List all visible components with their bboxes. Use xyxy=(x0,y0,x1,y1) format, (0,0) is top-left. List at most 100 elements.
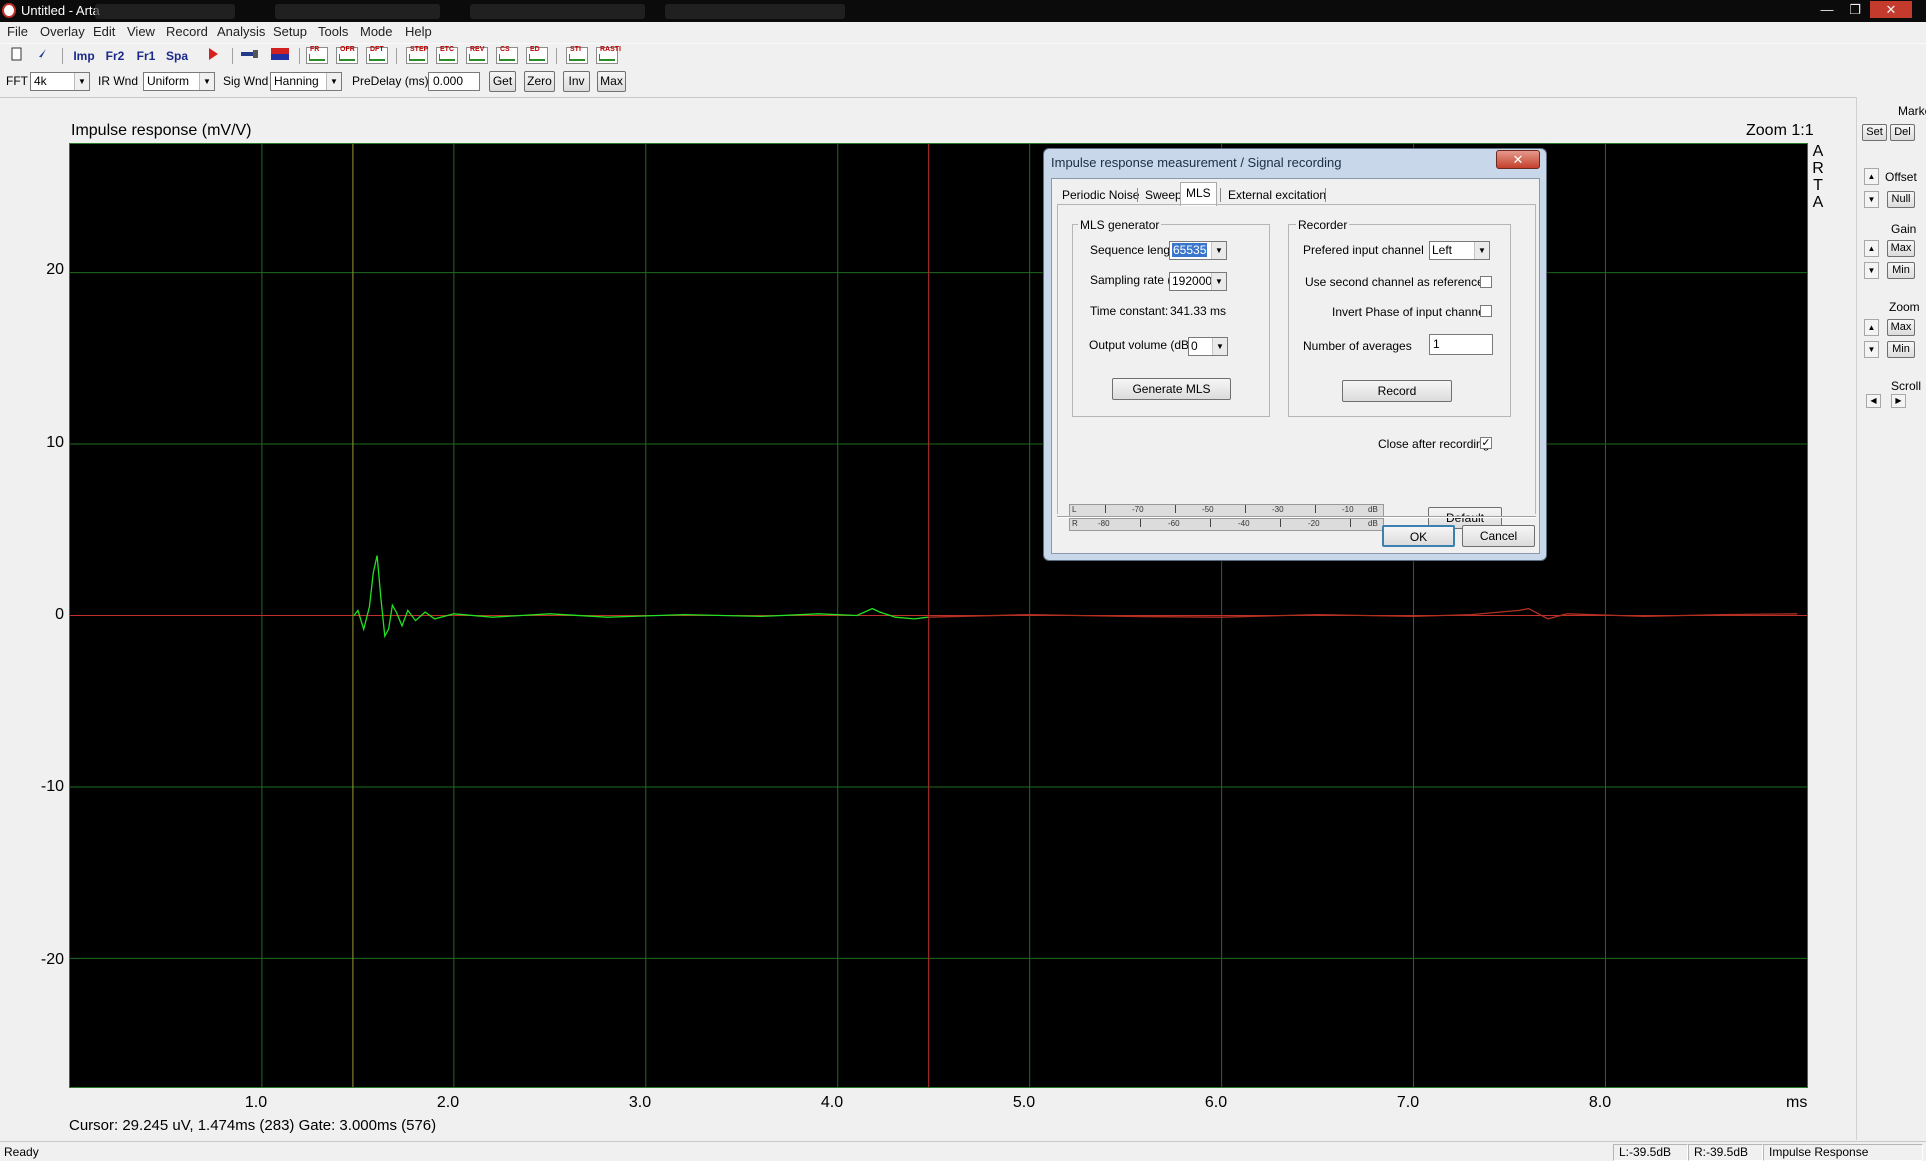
menu-mode[interactable]: Mode xyxy=(360,24,393,39)
ir-window-select[interactable]: Uniform ▼ xyxy=(143,72,215,91)
max-button[interactable]: Max xyxy=(597,71,626,92)
zero-button[interactable]: Zero xyxy=(524,71,555,92)
curve-icon xyxy=(369,54,385,61)
dft-button[interactable]: DFT xyxy=(366,46,388,64)
chevron-down-icon: ▼ xyxy=(1211,273,1226,290)
offset-up-arrow-icon[interactable]: ▲ xyxy=(1864,168,1879,185)
marker-delete-button[interactable]: Del xyxy=(1890,124,1915,141)
energy-decay-button[interactable]: ED xyxy=(526,46,548,64)
record-button[interactable]: Record xyxy=(1342,380,1452,402)
scroll-right-arrow-icon[interactable]: ▶ xyxy=(1891,394,1906,408)
ir-window-value: Uniform xyxy=(147,74,190,88)
marker-set-button[interactable]: Set xyxy=(1862,124,1887,141)
signal-generator-button[interactable] xyxy=(238,46,262,66)
menu-file[interactable]: File xyxy=(7,24,28,39)
get-button[interactable]: Get xyxy=(489,71,516,92)
open-file-button[interactable] xyxy=(32,46,54,66)
curve-icon xyxy=(569,54,585,61)
scroll-left-arrow-icon[interactable]: ◀ xyxy=(1866,394,1881,408)
zoom-max-button[interactable]: Max xyxy=(1887,319,1915,336)
y-tick-label: -20 xyxy=(40,951,64,968)
output-volume-select[interactable]: 0 ▼ xyxy=(1188,337,1228,356)
tab-external-excitation[interactable]: External excitation xyxy=(1223,185,1331,205)
cumulative-spectrum-button[interactable]: CS xyxy=(496,46,518,64)
x-tick-label: 2.0 xyxy=(436,1094,460,1111)
chevron-down-icon: ▼ xyxy=(199,73,214,90)
close-after-recording-label: Close after recording xyxy=(1378,437,1490,451)
rasti-button[interactable]: RASTI xyxy=(596,46,621,64)
etc-button[interactable]: ETC xyxy=(436,46,458,64)
fft-select[interactable]: 4k ▼ xyxy=(30,72,90,91)
menu-edit[interactable]: Edit xyxy=(93,24,115,39)
invert-phase-checkbox[interactable] xyxy=(1480,305,1492,317)
app-icon[interactable] xyxy=(2,3,16,18)
chevron-down-icon: ▼ xyxy=(1212,338,1227,355)
sti-button[interactable]: STI xyxy=(566,46,588,64)
signal-window-value: Hanning xyxy=(274,74,319,88)
zoom-down-arrow-icon[interactable]: ▼ xyxy=(1864,341,1879,358)
zoom-min-button[interactable]: Min xyxy=(1887,341,1915,358)
menu-analysis[interactable]: Analysis xyxy=(217,24,265,39)
y-tick-label: -10 xyxy=(40,778,64,795)
spa-mode-button[interactable]: Spa xyxy=(163,46,191,66)
close-after-recording-checkbox[interactable]: ✓ xyxy=(1480,437,1492,449)
fr1-mode-button[interactable]: Fr1 xyxy=(132,46,160,66)
close-button[interactable]: ✕ xyxy=(1870,1,1912,18)
cancel-button[interactable]: Cancel xyxy=(1462,525,1535,547)
menu-help[interactable]: Help xyxy=(405,24,432,39)
gain-down-arrow-icon[interactable]: ▼ xyxy=(1864,262,1879,279)
menu-setup[interactable]: Setup xyxy=(273,24,307,39)
predelay-input[interactable]: 0.000 xyxy=(428,72,480,91)
dft-icon: DFT xyxy=(370,46,384,53)
ok-button[interactable]: OK xyxy=(1382,525,1455,547)
menu-overlay[interactable]: Overlay xyxy=(40,24,85,39)
record-button[interactable] xyxy=(202,46,224,66)
time-constant-label: Time constant: xyxy=(1090,304,1169,318)
impulse-mode-button[interactable]: Imp xyxy=(70,46,98,66)
toolbar-separator xyxy=(556,48,557,64)
gain-min-button[interactable]: Min xyxy=(1887,262,1915,279)
status-text: Ready xyxy=(4,1145,39,1159)
menu-view[interactable]: View xyxy=(127,24,155,39)
output-volume-value: 0 xyxy=(1191,339,1198,353)
menu-tools[interactable]: Tools xyxy=(318,24,348,39)
offset-null-button[interactable]: Null xyxy=(1887,191,1915,208)
gain-up-arrow-icon[interactable]: ▲ xyxy=(1864,240,1879,257)
impulse-response-plot[interactable] xyxy=(69,143,1808,1088)
second-channel-checkbox[interactable] xyxy=(1480,276,1492,288)
tab-periodic-noise[interactable]: Periodic Noise xyxy=(1057,185,1144,205)
meter-tick xyxy=(1210,519,1211,527)
calibration-icon xyxy=(271,48,289,60)
octave-response-button[interactable]: OFR xyxy=(336,46,358,64)
calibration-button[interactable] xyxy=(268,46,292,66)
sampling-rate-select[interactable]: 192000 ▼ xyxy=(1169,272,1227,291)
zoom-up-arrow-icon[interactable]: ▲ xyxy=(1864,319,1879,336)
fr2-mode-button[interactable]: Fr2 xyxy=(101,46,129,66)
offset-down-arrow-icon[interactable]: ▼ xyxy=(1864,191,1879,208)
frequency-response-button[interactable]: FR xyxy=(306,46,328,64)
meter-label: -50 xyxy=(1202,505,1214,514)
gain-max-button[interactable]: Max xyxy=(1887,240,1915,257)
reverb-button[interactable]: REV xyxy=(466,46,488,64)
meter-row-right: R -80 -60 -40 -20 dB xyxy=(1070,518,1383,531)
maximize-button[interactable]: ❐ xyxy=(1842,1,1868,18)
averages-input[interactable]: 1 xyxy=(1429,334,1493,355)
title-bar[interactable]: Untitled - Arta — ❐ ✕ xyxy=(0,0,1926,22)
tab-mls[interactable]: MLS xyxy=(1180,182,1217,206)
meter-label: -70 xyxy=(1132,505,1144,514)
input-channel-select[interactable]: Left ▼ xyxy=(1429,241,1490,260)
sequence-length-select[interactable]: 65535 ▼ xyxy=(1169,241,1227,260)
ir-window-label: IR Wnd xyxy=(98,74,139,88)
second-channel-label: Use second channel as reference xyxy=(1305,275,1484,289)
signal-window-select[interactable]: Hanning ▼ xyxy=(270,72,342,91)
new-file-button[interactable] xyxy=(6,46,28,66)
step-response-button[interactable]: STEP xyxy=(406,46,428,64)
time-constant-value: 341.33 ms xyxy=(1170,304,1227,318)
background-taskbar-tab xyxy=(470,4,645,19)
menu-record[interactable]: Record xyxy=(166,24,208,39)
invert-button[interactable]: Inv xyxy=(563,71,590,92)
generate-mls-button[interactable]: Generate MLS xyxy=(1112,378,1231,400)
chevron-down-icon: ▼ xyxy=(1211,242,1226,259)
dialog-close-button[interactable]: ✕ xyxy=(1496,150,1540,169)
minimize-button[interactable]: — xyxy=(1814,1,1840,18)
